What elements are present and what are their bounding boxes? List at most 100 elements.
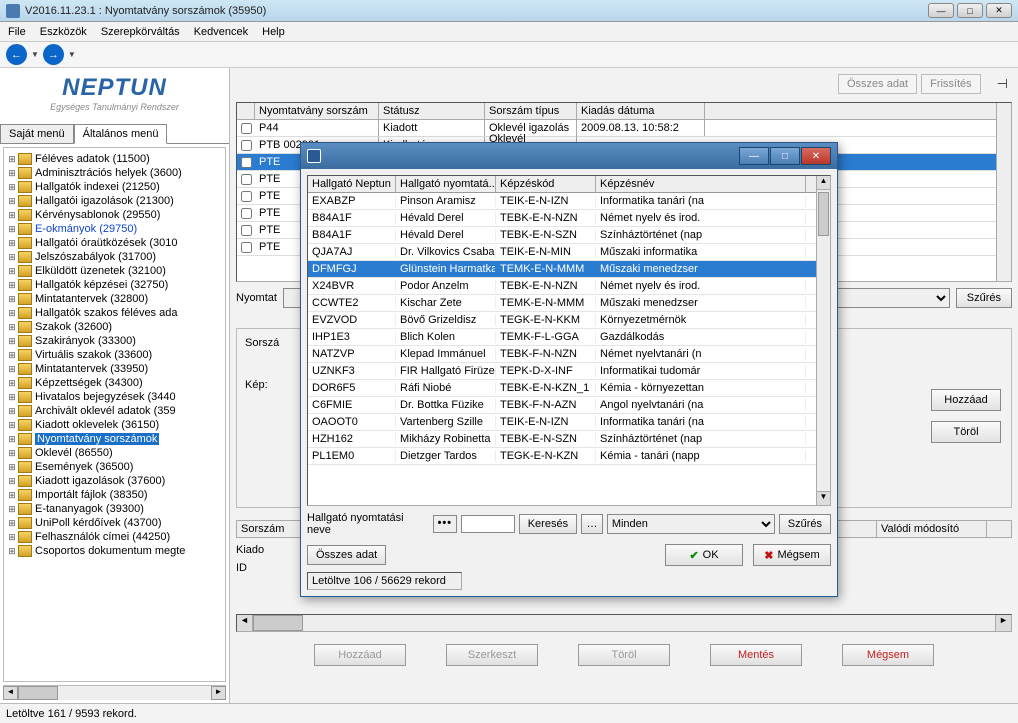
table-row[interactable]: PL1EM0Dietzger TardosTEGK-E-N-KZNKémia -… — [308, 448, 830, 465]
tree-item[interactable]: ⊞Hallgatók szakos féléves ada — [6, 306, 223, 320]
menu-help[interactable]: Help — [262, 26, 285, 38]
modal-scroll-down[interactable]: ▼ — [817, 491, 830, 505]
expand-icon[interactable]: ⊞ — [6, 182, 18, 193]
row-checkbox[interactable] — [241, 157, 252, 168]
row-checkbox[interactable] — [241, 208, 252, 219]
tree-item[interactable]: ⊞Kérvénysablonok (29550) — [6, 208, 223, 222]
tree-item[interactable]: ⊞Mintatantervek (33950) — [6, 362, 223, 376]
tree-item[interactable]: ⊞Szakok (32600) — [6, 320, 223, 334]
expand-icon[interactable]: ⊞ — [6, 350, 18, 361]
modal-close-button[interactable]: ✕ — [801, 147, 831, 165]
menu-tools[interactable]: Eszközök — [40, 26, 87, 38]
hscroll-left-arrow[interactable]: ◄ — [237, 615, 253, 631]
search-input[interactable] — [461, 515, 515, 533]
search-button[interactable]: Keresés — [519, 514, 577, 534]
modal-filter-button[interactable]: Szűrés — [779, 514, 831, 534]
tree-item[interactable]: ⊞Hivatalos bejegyzések (3440 — [6, 390, 223, 404]
table-row[interactable]: UZNKF3FIR Hallgató FirüzenTEPK-D-X-INFIn… — [308, 363, 830, 380]
filter-button[interactable]: Szűrés — [956, 288, 1012, 308]
filter-dropdown[interactable]: Minden — [607, 514, 775, 534]
expand-icon[interactable]: ⊞ — [6, 280, 18, 291]
tree-item[interactable]: ⊞Adminisztrációs helyek (3600) — [6, 166, 223, 180]
tree-item[interactable]: ⊞Elküldött üzenetek (32100) — [6, 264, 223, 278]
tree-item[interactable]: ⊞Mintatantervek (32800) — [6, 292, 223, 306]
tree-item[interactable]: ⊞Oklevél (86550) — [6, 446, 223, 460]
tree-view[interactable]: ⊞Féléves adatok (11500)⊞Adminisztrációs … — [3, 147, 226, 682]
detail-add-button[interactable]: Hozzáad — [931, 389, 1001, 411]
row-checkbox[interactable] — [241, 140, 252, 151]
modal-ok-button[interactable]: ✔OK — [665, 544, 743, 566]
main-horizontal-scrollbar[interactable]: ◄ ► — [236, 614, 1012, 632]
modal-vscroll[interactable]: ▲ ▼ — [816, 176, 830, 505]
scroll-thumb[interactable] — [18, 686, 58, 700]
tree-item[interactable]: ⊞Kiadott igazolások (37600) — [6, 474, 223, 488]
table-row[interactable]: OAOOT0Vartenberg SzilleTEIK-E-N-IZNInfor… — [308, 414, 830, 431]
modal-titlebar[interactable]: — □ ✕ — [301, 143, 837, 169]
mcol-code[interactable]: Képzéskód — [496, 176, 596, 192]
bottom-save-button[interactable]: Mentés — [710, 644, 802, 666]
expand-icon[interactable]: ⊞ — [6, 238, 18, 249]
expand-icon[interactable]: ⊞ — [6, 168, 18, 179]
table-row[interactable]: B84A1FHévald DerelTEBK-E-N-SZNSzínháztör… — [308, 227, 830, 244]
col-type[interactable]: Sorszám típus — [485, 103, 577, 119]
bottom-cancel-button[interactable]: Mégsem — [842, 644, 934, 666]
expand-icon[interactable]: ⊞ — [6, 476, 18, 487]
close-button[interactable]: ✕ — [986, 3, 1012, 18]
hscroll-thumb[interactable] — [253, 615, 303, 631]
tree-item[interactable]: ⊞Csoportos dokumentum megte — [6, 544, 223, 558]
table-row[interactable]: C6FMIEDr. Bottka FüzikeTEBK-F-N-AZNAngol… — [308, 397, 830, 414]
tree-item[interactable]: ⊞Jelszószabályok (31700) — [6, 250, 223, 264]
mcol-printname[interactable]: Hallgató nyomtatá... — [396, 176, 496, 192]
table-row[interactable]: CCWTE2Kischar ZeteTEMK-E-N-MMMMűszaki me… — [308, 295, 830, 312]
expand-icon[interactable]: ⊞ — [6, 546, 18, 557]
expand-icon[interactable]: ⊞ — [6, 448, 18, 459]
table-row[interactable]: EXABZPPinson AramiszTEIK-E-N-IZNInformat… — [308, 193, 830, 210]
expand-icon[interactable]: ⊞ — [6, 406, 18, 417]
mcol-neptun[interactable]: Hallgató Neptun ... — [308, 176, 396, 192]
tree-item[interactable]: ⊞Képzettségek (34300) — [6, 376, 223, 390]
mcol-name[interactable]: Képzésnév — [596, 176, 806, 192]
col-date[interactable]: Kiadás dátuma — [577, 103, 705, 119]
expand-icon[interactable]: ⊞ — [6, 224, 18, 235]
expand-icon[interactable]: ⊞ — [6, 420, 18, 431]
tree-item[interactable]: ⊞Kiadott oklevelek (36150) — [6, 418, 223, 432]
bottom-delete-button[interactable]: Töröl — [578, 644, 670, 666]
modal-all-data-button[interactable]: Összes adat — [307, 545, 386, 565]
modal-scroll-thumb[interactable] — [818, 192, 829, 236]
tree-item[interactable]: ⊞Féléves adatok (11500) — [6, 152, 223, 166]
expand-icon[interactable]: ⊞ — [6, 252, 18, 263]
table-row[interactable]: X24BVRPodor AnzelmTEBK-E-N-NZNNémet nyel… — [308, 278, 830, 295]
menu-file[interactable]: File — [8, 26, 26, 38]
modal-minimize-button[interactable]: — — [739, 147, 769, 165]
row-checkbox[interactable] — [241, 225, 252, 236]
expand-icon[interactable]: ⊞ — [6, 364, 18, 375]
detail-del-button[interactable]: Töröl — [931, 421, 1001, 443]
tree-horizontal-scrollbar[interactable]: ◄ ► — [3, 685, 226, 700]
expand-icon[interactable]: ⊞ — [6, 294, 18, 305]
menu-roleswitch[interactable]: Szerepkörváltás — [101, 26, 180, 38]
expand-icon[interactable]: ⊞ — [6, 504, 18, 515]
tree-item[interactable]: ⊞Virtuális szakok (33600) — [6, 348, 223, 362]
scroll-right-arrow[interactable]: ► — [211, 686, 226, 700]
row-checkbox[interactable] — [241, 174, 252, 185]
nav-forward-dropdown[interactable]: ▼ — [66, 50, 78, 59]
tree-item[interactable]: ⊞Felhasználók címei (44250) — [6, 530, 223, 544]
tree-item[interactable]: ⊞Hallgatók indexei (21250) — [6, 180, 223, 194]
row-checkbox[interactable] — [241, 191, 252, 202]
tree-item[interactable]: ⊞Hallgatói igazolások (21300) — [6, 194, 223, 208]
table-row[interactable]: P44KiadottOklevél igazolás2009.08.13. 10… — [237, 120, 1011, 137]
modal-cancel-button[interactable]: ✖Mégsem — [753, 544, 831, 566]
expand-icon[interactable]: ⊞ — [6, 462, 18, 473]
scroll-left-arrow[interactable]: ◄ — [3, 686, 18, 700]
expand-icon[interactable]: ⊞ — [6, 322, 18, 333]
expand-icon[interactable]: ⊞ — [6, 434, 18, 445]
tab-own-menu[interactable]: Saját menü — [0, 124, 74, 143]
expand-icon[interactable]: ⊞ — [6, 518, 18, 529]
all-data-button[interactable]: Összes adat — [838, 74, 917, 94]
table-row[interactable]: IHP1E3Blich KolenTEMK-F-L-GGAGazdálkodás — [308, 329, 830, 346]
table-row[interactable]: NATZVPKlepad ImmánuelTEBK-F-N-NZNNémet n… — [308, 346, 830, 363]
tree-item[interactable]: ⊞UniPoll kérdőívek (43700) — [6, 516, 223, 530]
row-checkbox[interactable] — [241, 242, 252, 253]
expand-icon[interactable]: ⊞ — [6, 378, 18, 389]
table-row[interactable]: QJA7AJDr. Vilkovics CsabaTEIK-E-N-MINMűs… — [308, 244, 830, 261]
